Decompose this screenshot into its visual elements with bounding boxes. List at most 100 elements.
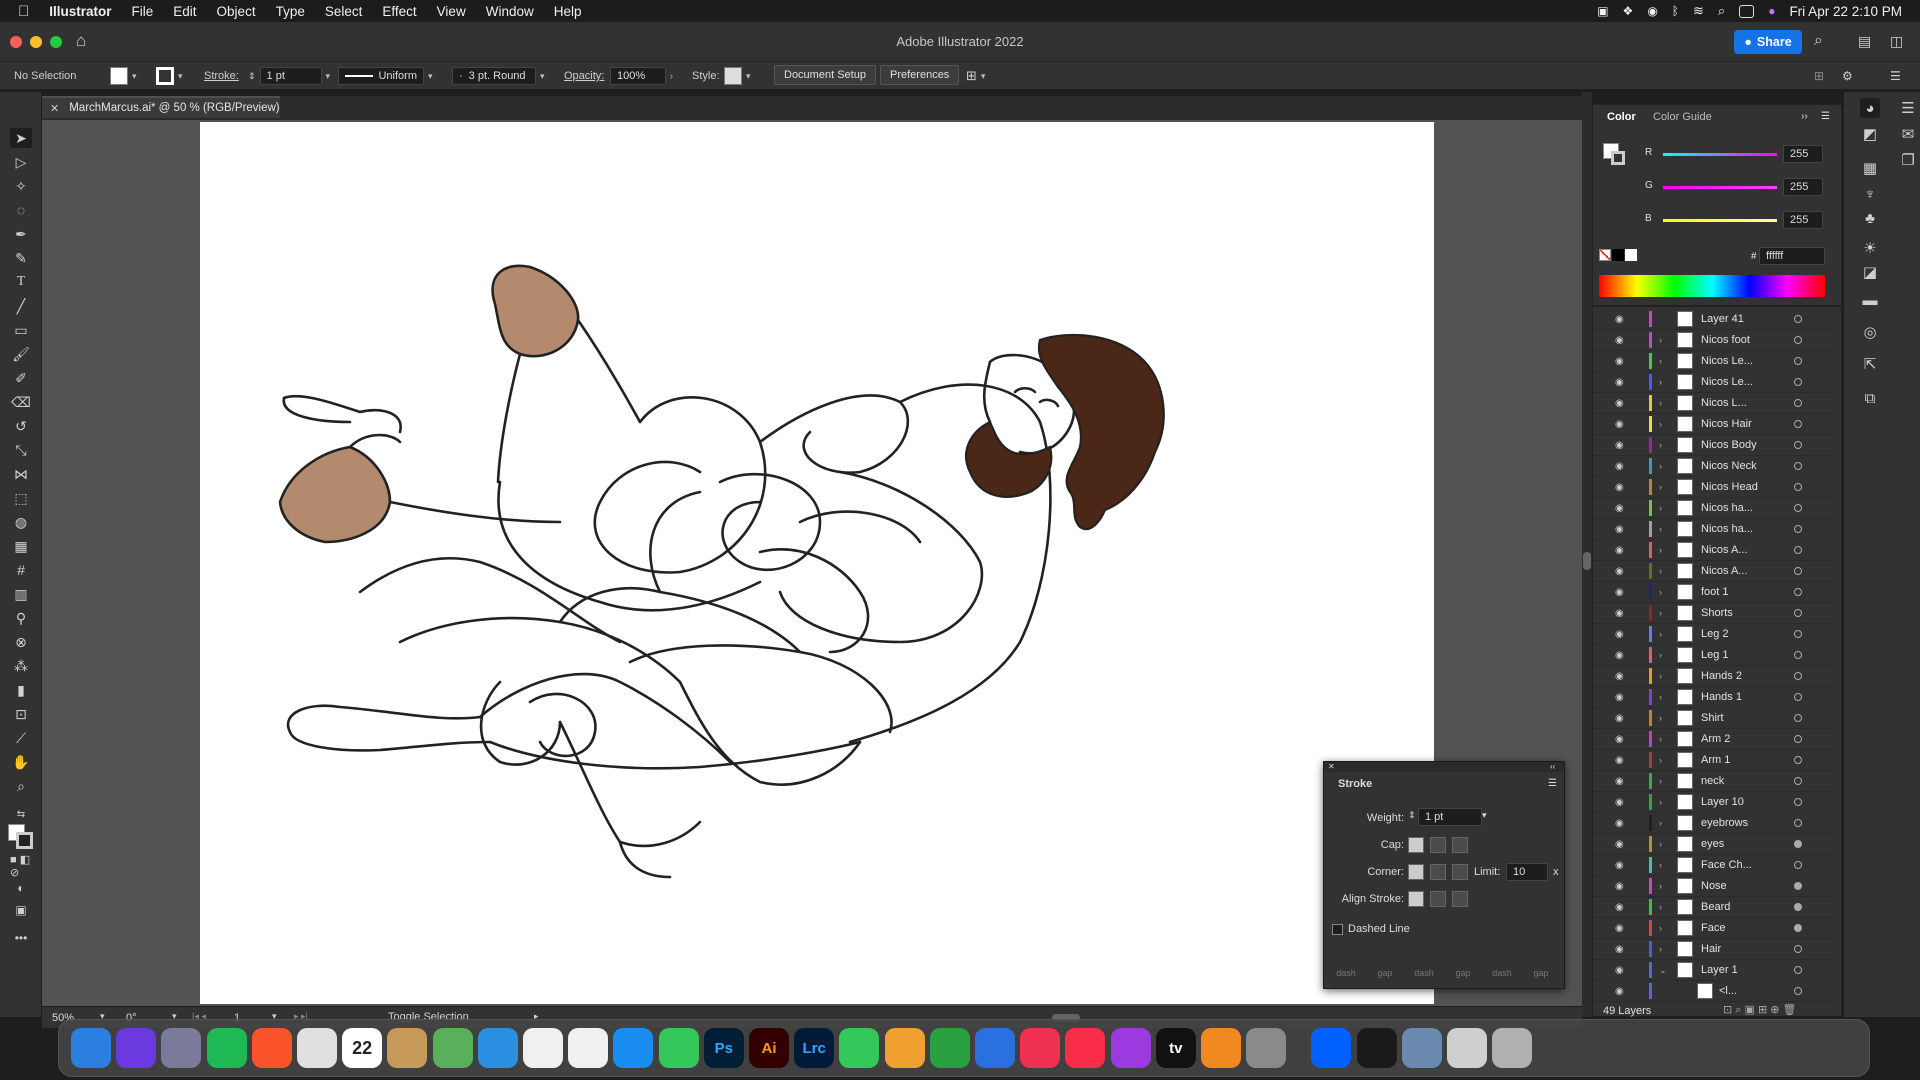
layer-name[interactable]: Hands 2 <box>1701 670 1742 682</box>
hand-tool-icon[interactable]: ✋ <box>10 752 32 772</box>
target-icon[interactable] <box>1794 546 1802 554</box>
layer-name[interactable]: Beard <box>1701 901 1730 913</box>
document-tab[interactable]: ✕ MarchMarcus.ai* @ 50 % (RGB/Preview) <box>42 96 280 118</box>
stroke-swatch[interactable] <box>156 67 174 85</box>
stepper-icon[interactable]: ⇕ <box>1408 810 1416 821</box>
layer-name[interactable]: Face <box>1701 922 1725 934</box>
stroke-label[interactable]: Stroke: <box>204 67 239 85</box>
target-icon[interactable] <box>1794 378 1802 386</box>
none-swatch[interactable] <box>1599 249 1611 261</box>
layer-name[interactable]: Shirt <box>1701 712 1724 724</box>
layer-row[interactable]: ◉ › Beard <box>1593 897 1833 918</box>
type-tool-icon[interactable]: T <box>10 272 32 292</box>
blob-brush-icon[interactable]: ✐ <box>10 368 32 388</box>
layer-row[interactable]: ◉ › Shorts <box>1593 603 1833 624</box>
expand-icon[interactable]: › <box>1659 461 1662 471</box>
dock-app-spotify[interactable] <box>206 1028 247 1068</box>
mesh-tool-icon[interactable]: # <box>10 560 32 580</box>
properties-panel-icon[interactable]: ☰ <box>1898 98 1918 118</box>
expand-icon[interactable]: › <box>1659 566 1662 576</box>
draw-mode-icon[interactable]: ◐ <box>10 878 32 898</box>
layer-row[interactable]: ◉ › eyes <box>1593 834 1833 855</box>
eye-icon[interactable]: ◉ <box>1615 650 1624 661</box>
eye-icon[interactable]: ◉ <box>1615 398 1624 409</box>
expand-icon[interactable]: ⌄ <box>1659 965 1667 976</box>
menu-help[interactable]: Help <box>544 4 592 19</box>
panel-menu-icon[interactable]: ☰ <box>1821 111 1830 122</box>
eye-icon[interactable]: ◉ <box>1615 902 1624 913</box>
layer-row[interactable]: ◉ › Leg 2 <box>1593 624 1833 645</box>
eye-icon[interactable]: ◉ <box>1615 965 1624 976</box>
share-button[interactable]: ● Share <box>1734 30 1802 54</box>
chevron-down-icon[interactable]: ▾ <box>326 71 331 82</box>
eye-icon[interactable]: ◉ <box>1615 608 1624 619</box>
projecting-cap-icon[interactable] <box>1452 837 1468 853</box>
target-icon[interactable] <box>1794 315 1802 323</box>
target-icon[interactable] <box>1794 567 1802 575</box>
dock-app-downloads[interactable] <box>1447 1028 1487 1068</box>
layer-name[interactable]: neck <box>1701 775 1724 787</box>
opacity-input[interactable]: 100% <box>610 67 666 85</box>
target-icon[interactable] <box>1794 525 1802 533</box>
layer-row[interactable]: ◉ › Leg 1 <box>1593 645 1833 666</box>
document-setup-button[interactable]: Document Setup <box>774 65 876 85</box>
tab-color[interactable]: Color <box>1607 111 1636 123</box>
expand-icon[interactable]: › <box>1659 629 1662 639</box>
target-icon[interactable] <box>1794 756 1802 764</box>
target-icon[interactable] <box>1794 441 1802 449</box>
eye-icon[interactable]: ◉ <box>1615 860 1624 871</box>
menu-type[interactable]: Type <box>266 4 315 19</box>
b-value-input[interactable]: 255 <box>1783 211 1823 229</box>
fill-swatch[interactable] <box>110 67 128 85</box>
layer-name[interactable]: Nicos A... <box>1701 544 1747 556</box>
swatches-icon[interactable]: ▦ <box>1860 158 1880 178</box>
layer-name[interactable]: Nicos foot <box>1701 334 1750 346</box>
expand-icon[interactable]: › <box>1659 608 1662 618</box>
layer-name[interactable]: Nicos Le... <box>1701 376 1753 388</box>
layer-row[interactable]: ◉ › Nicos L... <box>1593 393 1833 414</box>
layer-row[interactable]: ◉ › Nicos Le... <box>1593 351 1833 372</box>
layer-name[interactable]: Arm 1 <box>1701 754 1730 766</box>
layer-name[interactable]: Nicos Le... <box>1701 355 1753 367</box>
layer-row[interactable]: ◉ › Face <box>1593 918 1833 939</box>
target-icon[interactable] <box>1794 672 1802 680</box>
blend-tool-icon[interactable]: ⊗ <box>10 632 32 652</box>
layer-name[interactable]: Leg 2 <box>1701 628 1729 640</box>
dock-app-finder[interactable] <box>71 1028 111 1068</box>
dock-app-photoshop[interactable]: Ps <box>703 1028 744 1068</box>
dock-app-activity-monitor[interactable] <box>1356 1028 1397 1068</box>
eye-icon[interactable]: ◉ <box>1615 503 1624 514</box>
target-icon[interactable] <box>1794 882 1802 890</box>
layer-name[interactable]: eyes <box>1701 838 1724 850</box>
expand-icon[interactable]: › <box>1659 377 1662 387</box>
opacity-label[interactable]: Opacity: <box>564 67 604 85</box>
black-swatch[interactable] <box>1612 249 1624 261</box>
dock-app-reminders[interactable] <box>568 1028 609 1068</box>
export-icon[interactable]: ⇱ <box>1860 354 1880 374</box>
menu-edit[interactable]: Edit <box>163 4 206 19</box>
menu-select[interactable]: Select <box>315 4 373 19</box>
tab-color-guide[interactable]: Color Guide <box>1653 111 1712 123</box>
color-spectrum[interactable] <box>1599 275 1825 297</box>
eye-icon[interactable]: ◉ <box>1615 881 1624 892</box>
menu-datetime[interactable]: Fri Apr 22 2:10 PM <box>1789 4 1902 19</box>
expand-icon[interactable]: › <box>1659 356 1662 366</box>
swap-colors-icon[interactable]: ⇆ <box>10 804 32 824</box>
chevron-down-icon[interactable]: ▾ <box>1482 810 1487 821</box>
layer-row[interactable]: ◉ › Hands 2 <box>1593 666 1833 687</box>
layer-name[interactable]: Hair <box>1701 943 1721 955</box>
layer-row[interactable]: ◉ › Nicos A... <box>1593 561 1833 582</box>
target-icon[interactable] <box>1794 819 1802 827</box>
collapse-panel-icon[interactable]: ‹‹ <box>1550 762 1555 771</box>
menu-object[interactable]: Object <box>207 4 266 19</box>
eye-icon[interactable]: ◉ <box>1615 566 1624 577</box>
layer-name[interactable]: Nicos Hair <box>1701 418 1752 430</box>
eye-icon[interactable]: ◉ <box>1615 419 1624 430</box>
eye-icon[interactable]: ◉ <box>1615 923 1624 934</box>
eye-icon[interactable]: ◉ <box>1615 356 1624 367</box>
layer-name[interactable]: Leg 1 <box>1701 649 1729 661</box>
color-panel-icon[interactable]: ◕ <box>1860 98 1880 118</box>
column-graph-icon[interactable]: ▮ <box>10 680 32 700</box>
wifi-icon[interactable]: ≋ <box>1693 3 1704 19</box>
layer-name[interactable]: Layer 41 <box>1701 313 1744 325</box>
